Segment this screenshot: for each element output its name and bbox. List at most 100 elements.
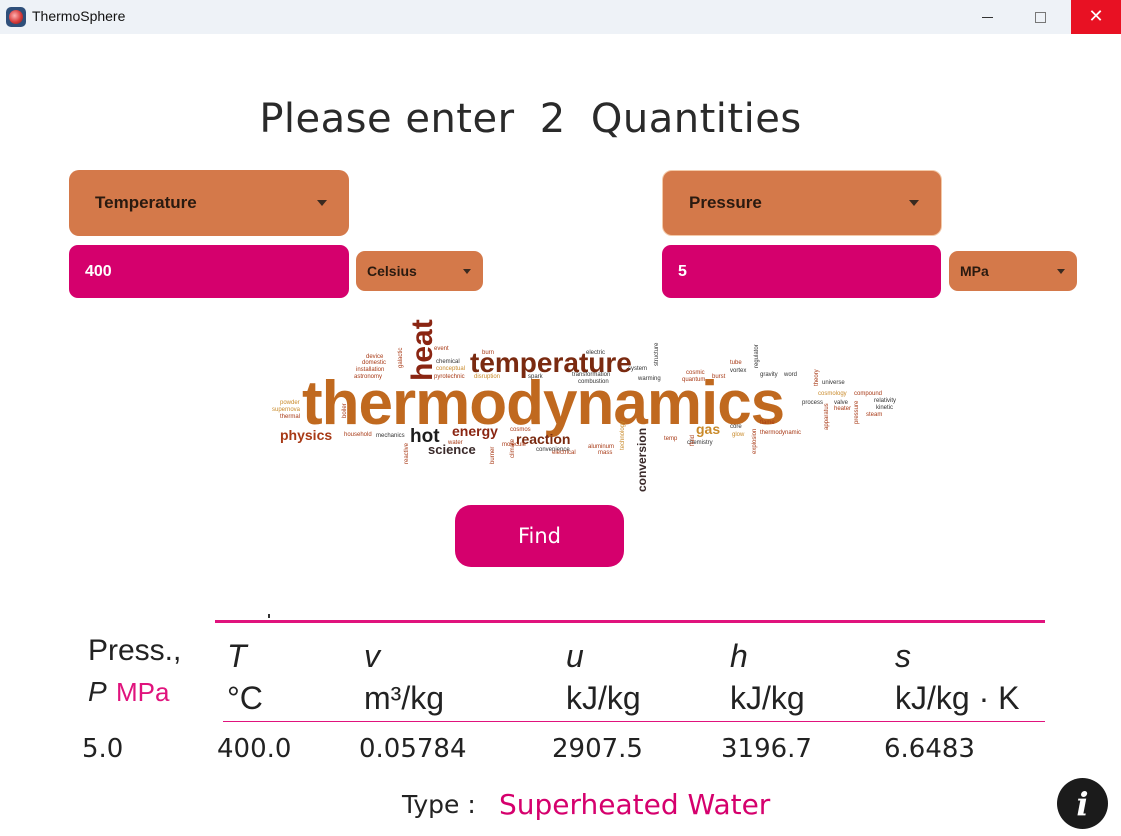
maximize-button[interactable] xyxy=(1017,0,1063,34)
wordcloud-word: kinetic xyxy=(876,405,893,411)
quantity-1-unit-dropdown[interactable]: Celsius xyxy=(356,251,483,291)
wordcloud-word: spark xyxy=(528,374,544,380)
quantity-2-unit: MPa xyxy=(960,263,989,279)
quantity-2-selected: Pressure xyxy=(689,193,762,212)
wordcloud-word: thermodynamic xyxy=(760,430,801,436)
column-symbol-s: s xyxy=(895,638,911,674)
wordcloud-word: theory xyxy=(814,369,820,386)
wordcloud-word: powder xyxy=(280,400,300,406)
pressure-header-label: Press., xyxy=(88,634,182,667)
wordcloud-word: universe xyxy=(822,380,845,386)
column-unit-s: kJ/kg · K xyxy=(895,680,1020,716)
column-symbol-u: u xyxy=(566,638,584,674)
wordcloud-word: disruption xyxy=(474,374,500,380)
wordcloud-word: boiler xyxy=(342,403,348,418)
wordcloud-word: event xyxy=(434,346,449,352)
wordcloud-word: core xyxy=(730,424,742,430)
wordcloud-word: household xyxy=(344,432,372,438)
wordcloud-word: chemical xyxy=(436,359,460,365)
wordcloud-word: cosmic xyxy=(686,370,705,376)
result-specific-volume: 0.05784 xyxy=(359,734,467,764)
table-top-rule xyxy=(215,620,1045,623)
info-icon: i xyxy=(1076,784,1089,823)
wordcloud-word: reactive xyxy=(404,442,410,464)
wordcloud-word: burst xyxy=(712,374,726,380)
quantity-1-value-input[interactable]: 400 xyxy=(69,245,349,298)
column-unit-v: m³/kg xyxy=(364,680,444,716)
chevron-down-icon xyxy=(1057,268,1065,274)
wordcloud-word: heater xyxy=(834,406,851,412)
wordcloud-word: mass xyxy=(598,450,612,456)
wordcloud-word: structure xyxy=(654,342,660,366)
wordcloud-word: system xyxy=(628,366,647,372)
column-symbol-T: T xyxy=(227,638,247,674)
heading-prefix: Please enter xyxy=(259,96,515,142)
wordcloud-word: vortex xyxy=(730,368,746,374)
wordcloud-word: glow xyxy=(732,432,745,438)
wordcloud-word: quantum xyxy=(682,377,705,383)
pressure-unit: MPa xyxy=(116,677,170,707)
wordcloud-word: compound xyxy=(854,391,882,397)
window-title: ThermoSphere xyxy=(32,8,126,24)
quantity-2-dropdown[interactable]: Pressure xyxy=(662,170,942,236)
wordcloud-word: electric xyxy=(586,350,605,356)
quantity-2-value-input[interactable]: 5 xyxy=(662,245,941,298)
wordcloud-word: burner xyxy=(490,447,496,464)
wordcloud-word: technology xyxy=(620,421,626,450)
close-button[interactable]: ✕ xyxy=(1071,0,1121,34)
pressure-symbol: P xyxy=(88,676,107,707)
quantity-2-unit-dropdown[interactable]: MPa xyxy=(949,251,1077,291)
wordcloud-word: conversion xyxy=(635,428,649,492)
wordcloud-word: burn xyxy=(482,350,494,356)
wordcloud-word: regulator xyxy=(754,344,760,368)
wordcloud-word: gas xyxy=(696,421,720,437)
wordcloud-word: warming xyxy=(637,376,661,382)
wordcloud-word: electrical xyxy=(552,450,576,456)
close-icon: ✕ xyxy=(1088,6,1104,27)
wordcloud-word: astronomy xyxy=(354,374,382,380)
quantity-count: 2 xyxy=(539,96,566,142)
wordcloud-word: word xyxy=(783,372,797,378)
minimize-button[interactable] xyxy=(964,0,1010,34)
column-unit-u: kJ/kg xyxy=(566,680,641,716)
wordcloud-word: water xyxy=(447,440,463,446)
wordcloud-word: installation xyxy=(356,367,384,373)
type-value: Superheated Water xyxy=(499,788,771,821)
wordcloud-word: domestic xyxy=(362,360,386,366)
wordcloud-word: process xyxy=(802,400,823,406)
info-button[interactable]: i xyxy=(1057,778,1108,829)
wordcloud-word: galactic xyxy=(398,348,404,368)
thermodynamics-wordcloud-image: thermodynamics temperature heat hot ener… xyxy=(272,319,896,492)
column-symbol-h: h xyxy=(730,638,748,674)
column-unit-T: °C xyxy=(227,680,263,716)
table-edge-mark xyxy=(268,614,270,618)
wordcloud-word: combustion xyxy=(578,379,609,385)
find-button[interactable]: Find xyxy=(455,505,624,567)
wordcloud-word: tube xyxy=(730,360,742,366)
result-entropy: 6.6483 xyxy=(884,734,975,764)
wordcloud-word: flame xyxy=(760,420,775,426)
type-label: Type : xyxy=(402,790,476,819)
wordcloud-word: mechanics xyxy=(376,433,405,439)
quantity-1-unit: Celsius xyxy=(367,263,417,279)
wordcloud-word: climate xyxy=(510,438,516,458)
chevron-down-icon xyxy=(909,200,919,206)
wordcloud-word: conceptual xyxy=(436,366,465,372)
wordcloud-word: physics xyxy=(280,427,332,443)
wordcloud-word: apparatus xyxy=(824,403,830,430)
result-temperature: 400.0 xyxy=(217,734,292,764)
maximize-icon xyxy=(1034,11,1046,23)
result-pressure: 5.0 xyxy=(82,734,124,764)
result-internal-energy: 2907.5 xyxy=(552,734,643,764)
title-bar: ThermoSphere ✕ xyxy=(0,0,1121,34)
wordcloud-word: pressure xyxy=(854,400,860,424)
minimize-icon xyxy=(981,16,993,18)
quantity-1-selected: Temperature xyxy=(95,193,197,212)
wordcloud-word: temp xyxy=(664,436,678,442)
result-enthalpy: 3196.7 xyxy=(721,734,812,764)
wordcloud-word: gravity xyxy=(760,372,778,378)
wordcloud-word: transformation xyxy=(572,372,610,378)
wordcloud-word: cosmology xyxy=(818,391,847,397)
wordcloud-word: supernova xyxy=(272,407,301,413)
quantity-1-dropdown[interactable]: Temperature xyxy=(69,170,349,236)
